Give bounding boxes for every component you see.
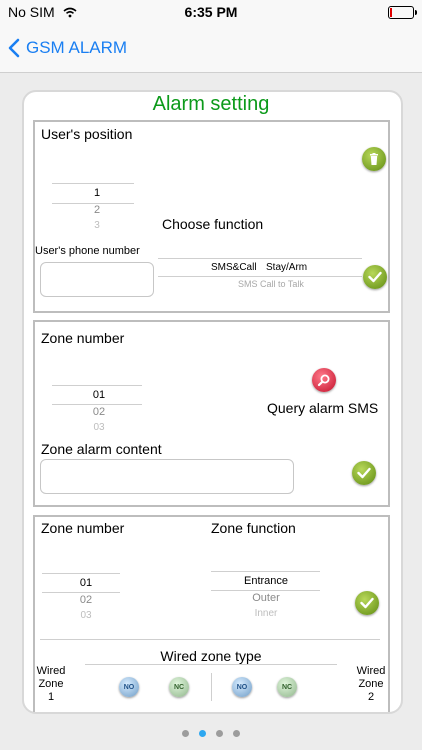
picker-line <box>52 183 134 184</box>
confirm-zone-function-button[interactable] <box>355 591 379 615</box>
zone-picker-selected[interactable]: 01 <box>52 389 146 401</box>
picker-line <box>52 385 142 386</box>
picker-line <box>158 258 362 259</box>
delete-user-button[interactable] <box>362 147 386 171</box>
zone-number-label: Zone number <box>41 330 125 346</box>
search-icon <box>317 374 330 387</box>
page-title: Alarm setting <box>152 93 270 115</box>
picker-line <box>52 404 142 405</box>
function-option-sms-call[interactable]: SMS&Call <box>211 262 257 273</box>
picker-line <box>211 590 320 591</box>
zone-picker-selected-2[interactable]: 01 <box>42 577 130 589</box>
wired-zone-type-label: Wired zone type <box>160 648 262 664</box>
zone2-no-button[interactable]: NO <box>232 677 252 697</box>
zone-picker-option-2[interactable]: 02 <box>42 594 130 606</box>
chevron-left-icon <box>8 38 20 58</box>
function-option-call-to-talk[interactable]: SMS Call to Talk <box>238 279 304 289</box>
check-icon <box>368 271 382 283</box>
page-dot[interactable] <box>182 730 189 737</box>
wired-zone-2-label: Wired Zone 2 <box>356 665 386 703</box>
query-alarm-label: Query alarm SMS <box>267 400 379 416</box>
picker-line <box>158 276 362 277</box>
back-button[interactable]: GSM ALARM <box>8 34 127 62</box>
function-picker-option[interactable]: Outer <box>211 592 321 604</box>
confirm-alarm-content-button[interactable] <box>352 461 376 485</box>
query-alarm-button[interactable] <box>312 368 336 392</box>
zone2-nc-button[interactable]: NC <box>277 677 297 697</box>
divider <box>85 664 337 665</box>
zone-divider <box>211 673 212 701</box>
clock: 6:35 PM <box>184 4 238 20</box>
picker-line <box>42 592 120 593</box>
position-picker-selected[interactable]: 1 <box>52 187 142 199</box>
phone-number-input[interactable] <box>40 262 154 297</box>
position-picker-option[interactable]: 3 <box>52 220 142 231</box>
check-icon <box>357 467 371 479</box>
wired-zone-1-label: Wired Zone 1 <box>36 665 66 703</box>
check-icon <box>360 597 374 609</box>
phone-number-label: User's phone number <box>35 245 140 257</box>
trash-icon <box>370 153 378 165</box>
zone-number-label-2: Zone number <box>41 520 125 536</box>
function-option-stay-arm[interactable]: Stay/Arm <box>266 262 307 273</box>
zone-alarm-content-label: Zone alarm content <box>41 441 162 457</box>
page-dot-active[interactable] <box>199 730 206 737</box>
zone1-nc-button[interactable]: NC <box>169 677 189 697</box>
position-picker-option[interactable]: 2 <box>52 204 142 216</box>
status-bar: No SIM 6:35 PM <box>0 0 422 24</box>
picker-line <box>42 573 120 574</box>
page-dot[interactable] <box>216 730 223 737</box>
zone-picker-option[interactable]: 03 <box>52 422 146 433</box>
back-label: GSM ALARM <box>26 38 128 57</box>
function-picker-selected[interactable]: Entrance <box>211 575 321 587</box>
zone-picker-option-2[interactable]: 03 <box>42 610 130 621</box>
user-position-label: User's position <box>41 126 133 142</box>
zone1-no-button[interactable]: NO <box>119 677 139 697</box>
page-dot[interactable] <box>233 730 240 737</box>
picker-line <box>211 571 320 572</box>
navigation-bar: GSM ALARM <box>0 24 422 73</box>
zone-alarm-content-input[interactable] <box>40 459 294 494</box>
choose-function-label: Choose function <box>162 216 264 232</box>
zone-function-label: Zone function <box>211 520 296 536</box>
page-indicator[interactable] <box>0 724 422 742</box>
zone-picker-option[interactable]: 02 <box>52 406 146 418</box>
divider <box>40 639 380 640</box>
confirm-user-button[interactable] <box>363 265 387 289</box>
battery-icon <box>388 6 417 19</box>
function-picker-option[interactable]: Inner <box>211 608 321 619</box>
